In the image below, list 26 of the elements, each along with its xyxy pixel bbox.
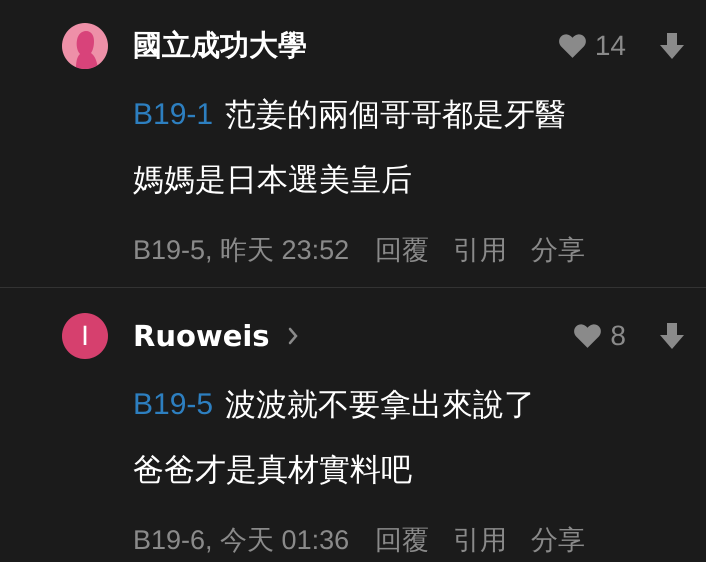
action-link[interactable]: 分享: [519, 522, 598, 558]
like-button[interactable]: 8: [573, 320, 626, 352]
comment-meta: B19-6, 今天 01:36: [133, 524, 350, 557]
heart-icon: [558, 33, 587, 59]
avatar: I: [62, 313, 108, 359]
comment-text: 爸爸才是真材實料吧: [133, 450, 412, 490]
chevron-icon[interactable]: [288, 327, 298, 345]
down-arrow-icon: [660, 323, 684, 349]
comment-text: 范姜的兩個哥哥都是牙醫: [225, 96, 566, 134]
author-name[interactable]: Ruoweis: [133, 319, 270, 353]
floor-link[interactable]: B19-5: [133, 388, 214, 422]
action-link[interactable]: 回覆: [363, 522, 442, 558]
floor-link[interactable]: B19-1: [133, 98, 214, 132]
action-link[interactable]: 回覆: [363, 232, 442, 268]
action-link[interactable]: 引用: [441, 522, 520, 558]
like-button[interactable]: 14: [558, 30, 626, 62]
comment-text: 媽媽是日本選美皇后: [133, 160, 412, 200]
author-name[interactable]: 國立成功大學: [133, 26, 307, 66]
comment-text: 波波就不要拿出來說了: [225, 386, 536, 424]
downvote-button[interactable]: [660, 33, 684, 59]
action-link[interactable]: 分享: [519, 232, 598, 268]
action-link[interactable]: 引用: [441, 232, 520, 268]
downvote-button[interactable]: [660, 323, 684, 349]
heart-icon: [573, 323, 602, 349]
comment-meta: B19-5, 昨天 23:52: [133, 234, 350, 267]
down-arrow-icon: [660, 33, 684, 59]
